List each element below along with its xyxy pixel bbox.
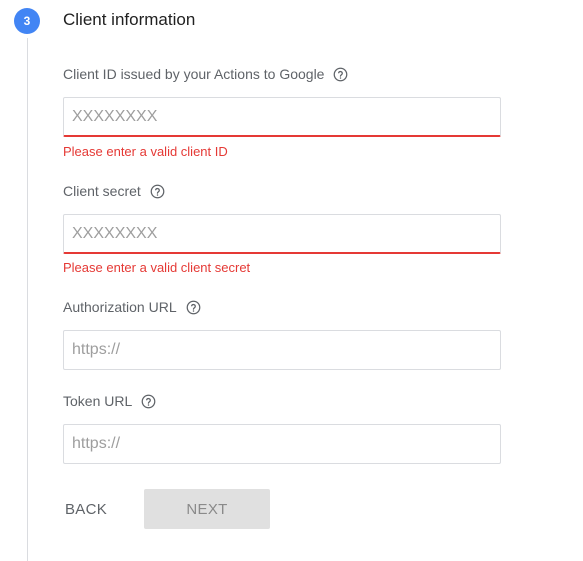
client-secret-input[interactable] [64, 215, 500, 252]
back-button[interactable]: BACK [56, 489, 116, 529]
client-secret-field-container [63, 214, 501, 254]
next-button[interactable]: NEXT [144, 489, 270, 529]
client-secret-error-message: Please enter a valid client secret [63, 260, 251, 275]
help-icon[interactable] [186, 300, 201, 315]
client-id-label: Client ID issued by your Actions to Goog… [63, 66, 325, 82]
client-secret-label-row: Client secret [63, 182, 165, 200]
step-number-badge: 3 [14, 8, 40, 34]
step-number: 3 [23, 14, 31, 28]
stepper-connector-line [27, 38, 28, 561]
step-title: Client information [63, 10, 196, 29]
token-url-label-row: Token URL [63, 392, 156, 410]
help-icon[interactable] [333, 67, 348, 82]
authorization-url-label-row: Authorization URL [63, 298, 201, 316]
token-url-label: Token URL [63, 393, 133, 409]
client-secret-label: Client secret [63, 183, 141, 199]
token-url-field-container [63, 424, 501, 464]
authorization-url-field-container [63, 330, 501, 370]
help-icon[interactable] [141, 394, 156, 409]
authorization-url-input[interactable] [64, 331, 500, 369]
token-url-input[interactable] [64, 425, 500, 463]
authorization-url-label: Authorization URL [63, 299, 177, 315]
help-icon[interactable] [150, 184, 165, 199]
client-id-input[interactable] [64, 98, 500, 135]
client-id-label-row: Client ID issued by your Actions to Goog… [63, 65, 348, 83]
client-id-field-container [63, 97, 501, 137]
client-id-error-message: Please enter a valid client ID [63, 144, 228, 159]
